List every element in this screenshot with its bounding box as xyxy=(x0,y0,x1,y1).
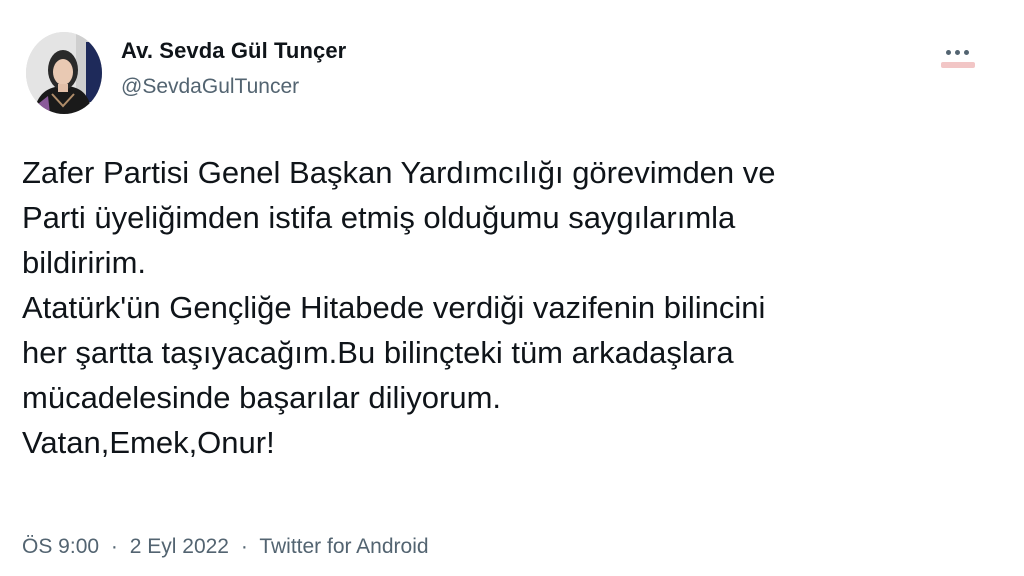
tweet-line: Zafer Partisi Genel Başkan Yardımcılığı … xyxy=(22,155,776,190)
tweet-meta: ÖS 9:00 · 2 Eyl 2022 · Twitter for Andro… xyxy=(22,533,429,561)
more-dot xyxy=(964,50,969,55)
tweet-line: bildiririm. xyxy=(22,245,146,280)
more-dot xyxy=(955,50,960,55)
user-info: Av. Sevda Gül Tunçer @SevdaGulTuncer xyxy=(121,38,346,99)
display-name[interactable]: Av. Sevda Gül Tunçer xyxy=(121,38,346,64)
tweet-date[interactable]: 2 Eyl 2022 xyxy=(130,535,229,558)
tweet-time[interactable]: ÖS 9:00 xyxy=(22,535,99,558)
tweet-line: Atatürk'ün Gençliğe Hitabede verdiği vaz… xyxy=(22,290,766,325)
tweet-line: Vatan,Emek,Onur! xyxy=(22,425,275,460)
tweet-card: Av. Sevda Gül Tunçer @SevdaGulTuncer Zaf… xyxy=(0,0,1024,576)
tweet-line: Parti üyeliğimden istifa etmiş olduğumu … xyxy=(22,200,736,235)
tweet-source: Twitter for Android xyxy=(259,535,429,558)
tweet-text: Zafer Partisi Genel Başkan Yardımcılığı … xyxy=(22,150,992,465)
more-options-icon[interactable] xyxy=(941,40,975,68)
user-handle[interactable]: @SevdaGulTuncer xyxy=(121,75,346,99)
more-dot xyxy=(946,50,951,55)
watermark-mark xyxy=(941,62,975,68)
meta-separator: · xyxy=(110,535,118,558)
meta-separator: · xyxy=(240,535,248,558)
avatar[interactable] xyxy=(26,32,102,114)
tweet-line: mücadelesinde başarılar diliyorum. xyxy=(22,380,502,415)
tweet-line: her şartta taşıyacağım.Bu bilinçteki tüm… xyxy=(22,335,734,370)
profile-photo-icon xyxy=(26,32,102,114)
